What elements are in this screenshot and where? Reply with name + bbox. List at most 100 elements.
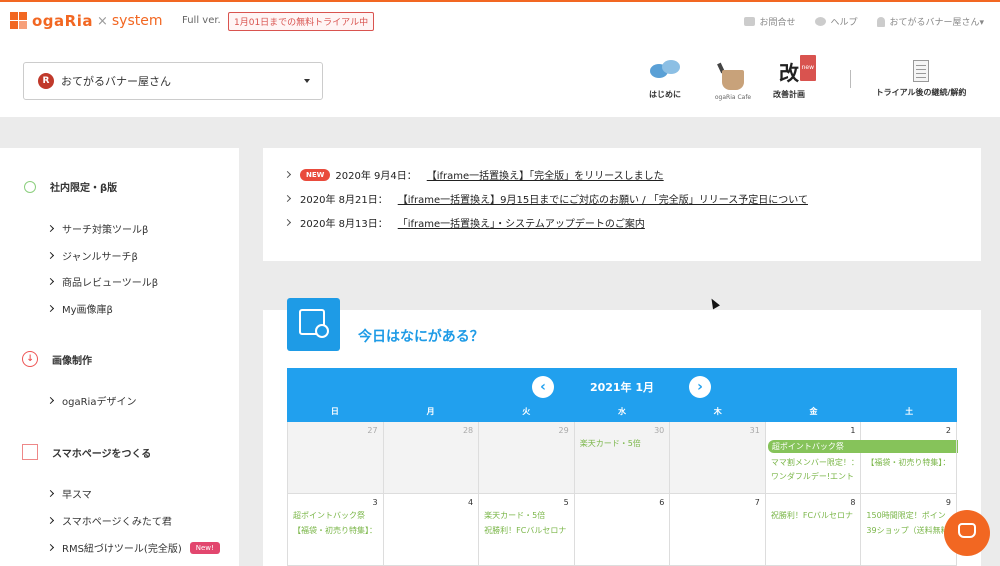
sidebar-item-my-images[interactable]: My画像庫β [46, 301, 113, 316]
calendar-event[interactable]: ママ割メンバー限定！： [771, 457, 857, 468]
news-row: 2020年 8月21日： 【iframe一括置換え】9月15日までにご対応のお願… [283, 191, 808, 206]
sidebar-item-ogaria-design[interactable]: ogaRiaデザイン [46, 393, 136, 408]
header: ogaRia × system Full ver. 1月01日までの無料トライア… [0, 2, 1000, 117]
calendar-event[interactable]: 楽天カード・5倍 [580, 438, 666, 449]
calendar-event[interactable]: 39ショップ（送料無料 [866, 525, 952, 536]
calendar-event[interactable]: 楽天カード・5倍 [484, 510, 570, 521]
next-month-button[interactable]: › [689, 376, 711, 398]
news-link[interactable]: 「iframe一括置換え」・システムアップデートのご案内 [398, 215, 645, 230]
calendar-day-cell[interactable]: 6 [574, 494, 671, 566]
day-number: 29 [558, 426, 569, 435]
phone-page-icon [22, 444, 38, 460]
document-icon [913, 60, 929, 82]
chevron-right-icon [46, 304, 55, 313]
account-menu[interactable]: おてがるバナー屋さん▾ [877, 15, 984, 28]
nav-cafe[interactable]: ogaRia Cafe [706, 60, 760, 101]
chat-icon [958, 523, 976, 538]
calendar-day-cell[interactable]: 3 超ポイントバック祭 【福袋・初売り特集】： [288, 494, 384, 566]
calendar-event[interactable]: 祝勝利！FCバルセロナ [484, 525, 570, 536]
calendar-title: 今日はなにがある？ [358, 329, 484, 345]
shop-name: おてがるバナー屋さん [61, 75, 171, 88]
weekday-label: 月 [426, 407, 435, 416]
chevron-right-icon [46, 516, 55, 525]
calendar-day-cell[interactable]: 7 [670, 494, 766, 566]
calendar-month: 2021年 1月 [589, 381, 655, 394]
weekday-label: 土 [905, 407, 914, 416]
sidebar-section-image[interactable]: ↓ 画像制作 [22, 351, 92, 367]
news-row: 2020年 8月13日： 「iframe一括置換え」・システムアップデートのご案… [283, 215, 645, 230]
calendar-day-cell[interactable]: 29 [479, 422, 575, 494]
sidebar-section-beta[interactable]: 社内限定・β版 [22, 179, 117, 194]
calendar-day-cell[interactable]: 8 祝勝利！FCバルセロナ [765, 494, 862, 566]
chevron-right-icon [283, 218, 292, 227]
sidebar-item-kumitate[interactable]: スマホページくみたて君 [46, 513, 172, 528]
weekday-label: 火 [522, 407, 531, 416]
chevron-right-icon [46, 489, 55, 498]
news-link[interactable]: 【iframe一括置換え】「完全版」をリリースしました [427, 167, 664, 182]
news-link[interactable]: 【iframe一括置換え】9月15日までにご対応のお願い / 「完全版」リリース… [398, 191, 808, 206]
news-card: NEW 2020年 9月4日： 【iframe一括置換え】「完全版」をリリースし… [263, 148, 981, 261]
news-date: 2020年 8月21日： [300, 195, 388, 206]
calendar-event[interactable]: 150時間限定！ポイン [866, 510, 952, 521]
sidebar-section-smartphone[interactable]: スマホページをつくる [22, 444, 151, 460]
nav-trial-after[interactable]: トライアル後の継続/解約 [866, 60, 976, 98]
news-row: NEW 2020年 9月4日： 【iframe一括置換え】「完全版」をリリースし… [283, 167, 664, 182]
chevron-right-icon [46, 224, 55, 233]
calendar-event[interactable]: 【福袋・初売り特集】： [293, 525, 379, 536]
day-number: 3 [372, 498, 378, 507]
calendar-day-cell[interactable]: 27 [288, 422, 384, 494]
day-number: 8 [850, 498, 856, 507]
calendar-event[interactable]: 祝勝利！FCバルセロナ [771, 510, 857, 521]
sidebar-item-rms-tool[interactable]: RMS紐づけツール(完全版) New! [46, 540, 220, 555]
day-number: 9 [945, 498, 951, 507]
calendar-day-cell[interactable]: 5 楽天カード・5倍 祝勝利！FCバルセロナ [479, 494, 575, 566]
calendar-clock-icon [287, 298, 340, 351]
caret-down-icon [304, 79, 310, 83]
mouse-cursor [708, 296, 720, 310]
day-number: 31 [749, 426, 760, 435]
calendar-day-cell[interactable]: 28 [383, 422, 480, 494]
mail-icon [744, 17, 756, 26]
calendar-day-cell[interactable]: 4 [383, 494, 480, 566]
top-links: お問合せ ヘルプ おてがるバナー屋さん▾ [744, 15, 984, 28]
day-number: 5 [563, 498, 569, 507]
logo-mark-icon [10, 12, 28, 30]
calendar-event[interactable]: 【福袋・初売り特集】： [866, 457, 952, 468]
shop-select[interactable]: R おてがるバナー屋さん [23, 62, 323, 100]
day-number: 6 [659, 498, 665, 507]
chat-bubbles-icon [650, 60, 680, 84]
chat-widget-button[interactable] [944, 510, 990, 556]
calendar-day-cell[interactable]: 30 楽天カード・5倍 [574, 422, 671, 494]
calendar-event[interactable]: ワンダフルデー!エント [771, 471, 857, 482]
chevron-right-icon [283, 170, 292, 179]
day-number: 30 [654, 426, 665, 435]
user-icon [877, 16, 886, 27]
calendar-day-cell[interactable]: 2 【福袋・初売り特集】： [861, 422, 957, 494]
chevron-right-icon [46, 396, 55, 405]
chevron-right-icon [46, 251, 55, 260]
calendar-header: ‹ 2021年 1月 › 日 月 火 水 木 金 土 [287, 368, 957, 422]
download-icon: ↓ [22, 351, 38, 367]
new-pill: New! [189, 541, 220, 554]
sidebar-item-genre-search[interactable]: ジャンルサーチβ [46, 248, 138, 263]
calendar-day-cell[interactable]: 1 ママ割メンバー限定！： ワンダフルデー!エント 超ポイントバック祭 [765, 422, 958, 494]
news-date: 2020年 9月4日： [335, 171, 417, 182]
sidebar: 社内限定・β版 サーチ対策ツールβ ジャンルサーチβ 商品レビューツールβ My… [0, 148, 239, 566]
trial-badge: 1月01日までの無料トライアル中 [228, 12, 375, 31]
logo[interactable]: ogaRia × system [10, 12, 163, 30]
sidebar-item-hayasuma[interactable]: 早スマ [46, 486, 92, 501]
calendar-day-cell[interactable]: 31 [670, 422, 766, 494]
coffee-cup-icon [717, 60, 747, 94]
nav-kaizen[interactable]: 改 new 改善計画 [766, 55, 816, 100]
contact-link[interactable]: お問合せ [744, 15, 795, 28]
day-number: 27 [367, 426, 378, 435]
help-link[interactable]: ヘルプ [815, 15, 857, 28]
sidebar-item-review-tool[interactable]: 商品レビューツールβ [46, 274, 158, 289]
calendar-day-cell[interactable]: 9 150時間限定！ポイン 39ショップ（送料無料 [861, 494, 957, 566]
day-number: 2 [945, 426, 951, 435]
calendar-event[interactable]: 超ポイントバック祭 [293, 510, 379, 521]
nav-hajime[interactable]: はじめに [640, 60, 690, 100]
weekday-label: 日 [330, 407, 339, 416]
sidebar-item-search-tool[interactable]: サーチ対策ツールβ [46, 221, 148, 236]
chevron-right-icon [46, 543, 55, 552]
